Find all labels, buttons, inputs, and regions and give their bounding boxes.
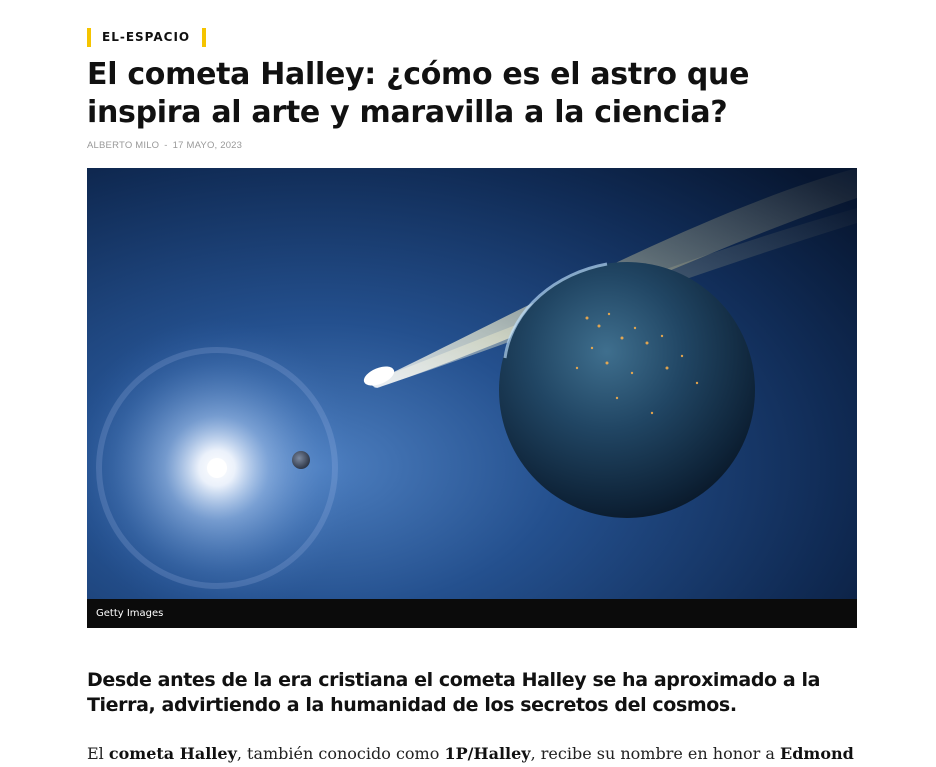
category-tag[interactable]: EL-ESPACIO [87, 27, 207, 47]
body-text-segment: El [87, 744, 109, 763]
hero-image: Getty Images [87, 168, 857, 628]
sun-core [207, 458, 227, 478]
publish-date: 17 MAYO, 2023 [172, 140, 243, 151]
hero-illustration [87, 168, 857, 628]
body-bold-segment: cometa Halley [108, 744, 237, 763]
category-bar-right [202, 27, 207, 47]
author-name[interactable]: ALBERTO MILO [87, 140, 159, 151]
article-lead: Desde antes de la era cristiana el comet… [87, 669, 821, 716]
body-bold-segment: Edmond [780, 744, 854, 763]
article-body-paragraph: El cometa Halley, también conocido como … [87, 741, 887, 767]
category-label[interactable]: EL-ESPACIO [91, 28, 202, 47]
moon-icon [292, 451, 310, 469]
body-text-segment: , recibe su nombre en honor a [530, 744, 780, 763]
byline: ALBERTO MILO -17 MAYO, 2023 [87, 140, 242, 151]
earth-icon [499, 262, 755, 518]
article-headline: El cometa Halley: ¿cómo es el astro que … [87, 57, 750, 130]
byline-separator: - [164, 140, 168, 151]
image-caption-bar: Getty Images [87, 599, 857, 628]
body-text-segment: , también conocido como [236, 744, 445, 763]
body-bold-segment: 1P/Halley [444, 744, 531, 763]
image-credit: Getty Images [96, 608, 164, 619]
